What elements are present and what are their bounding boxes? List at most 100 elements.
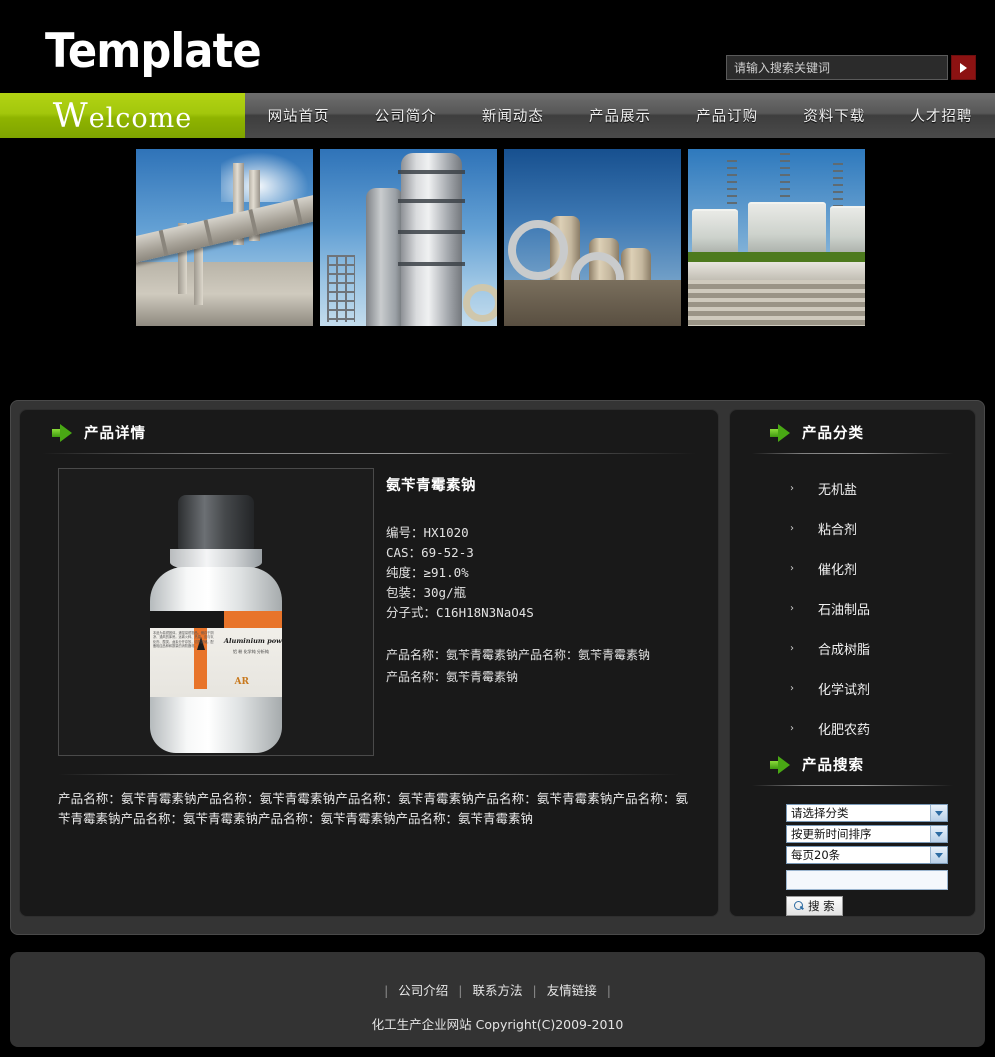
footer-separator: | bbox=[458, 983, 463, 998]
main-navigation: Welcome 网站首页 公司简介 新闻动态 产品展示 产品订购 资料下载 人才… bbox=[0, 93, 995, 138]
site-footer: | 公司介绍 | 联系方法 | 友情链接 | 化工生产企业网站 Copyrigh… bbox=[10, 952, 985, 1047]
sidebar-item-petroleum-products[interactable]: › 石油制品 bbox=[730, 588, 975, 628]
banner-image-list bbox=[133, 146, 868, 329]
header-search-button[interactable] bbox=[951, 55, 976, 80]
product-info: 氨苄青霉素钠 编号：HX1020 CAS：69-52-3 纯度：≥91.0% 包… bbox=[374, 468, 698, 756]
nav-item-home[interactable]: 网站首页 bbox=[245, 105, 352, 126]
product-detail-title: 产品详情 bbox=[84, 426, 146, 442]
plant-ground bbox=[136, 262, 313, 326]
secondary-column bbox=[366, 187, 404, 326]
storage-tank-3 bbox=[829, 205, 865, 256]
sidebar-item-inorganic-salt[interactable]: › 无机盐 bbox=[730, 468, 975, 508]
nav-item-news[interactable]: 新闻动态 bbox=[459, 105, 566, 126]
distillation-column bbox=[401, 152, 462, 326]
bottle-label-title: Aluminium powder bbox=[223, 637, 282, 645]
storage-tank-1 bbox=[691, 209, 738, 256]
chevron-right-icon: › bbox=[790, 482, 794, 494]
nav-item-jobs[interactable]: 人才招聘 bbox=[888, 105, 995, 126]
category-label: 合成树脂 bbox=[818, 642, 871, 658]
welcome-initial: W bbox=[52, 95, 89, 136]
bottle-label-fineprint: 本品为易燃固体，遇湿易燃物品。储存于阴凉、通风的库房。远离火种、热源。应与氧化剂… bbox=[153, 631, 214, 649]
search-button-label: 搜 索 bbox=[808, 899, 835, 913]
support-post-2 bbox=[194, 248, 204, 305]
search-icon bbox=[794, 901, 804, 911]
footer-link-contact[interactable]: 联系方法 bbox=[472, 983, 522, 998]
banner-image-processing-plant bbox=[501, 146, 684, 329]
content-container: 产品详情 Aluminium pow 铝 粉 化学纯 分析纯 AR 本品为易燃固… bbox=[10, 400, 985, 935]
nav-item-downloads[interactable]: 资料下载 bbox=[781, 105, 888, 126]
category-label: 石油制品 bbox=[818, 602, 871, 618]
chevron-right-icon: › bbox=[790, 562, 794, 574]
page-size-select[interactable]: 每页20条 bbox=[786, 846, 948, 864]
storage-tank-2 bbox=[748, 202, 827, 256]
product-search-title: 产品搜索 bbox=[802, 758, 864, 774]
sidebar-item-fertilizer-pesticide[interactable]: › 化肥农药 bbox=[730, 708, 975, 748]
bottle-label-sub: 铝 粉 化学纯 分析纯 bbox=[233, 649, 269, 654]
nav-item-company[interactable]: 公司简介 bbox=[352, 105, 459, 126]
green-arrow-icon bbox=[770, 755, 792, 774]
product-description: 产品名称：氨苄青霉素钠产品名称：氨苄青霉素钠产品名称：氨苄青霉素钠产品名称：氨苄… bbox=[58, 791, 688, 826]
plant-base bbox=[504, 279, 681, 326]
search-keyword-input[interactable] bbox=[786, 870, 948, 890]
product-name: 氨苄青霉素钠 bbox=[386, 478, 476, 494]
footer-separator: | bbox=[532, 983, 537, 998]
welcome-badge: Welcome bbox=[0, 93, 245, 138]
chevron-right-icon: › bbox=[790, 682, 794, 694]
product-detail-panel: 产品详情 Aluminium pow 铝 粉 化学纯 分析纯 AR 本品为易燃固… bbox=[19, 409, 719, 917]
product-image[interactable]: Aluminium powder 铝 粉 化学纯 分析纯 AR 本品为易燃固体，… bbox=[58, 468, 374, 756]
content-panels: 产品详情 Aluminium pow 铝 粉 化学纯 分析纯 AR 本品为易燃固… bbox=[11, 401, 984, 925]
category-select-value: 请选择分类 bbox=[791, 806, 849, 820]
category-select[interactable]: 请选择分类 bbox=[786, 804, 948, 822]
sidebar-item-catalyst[interactable]: › 催化剂 bbox=[730, 548, 975, 588]
header-search-input[interactable] bbox=[726, 55, 948, 80]
bottle-label-grade: AR bbox=[234, 677, 249, 687]
category-label: 化学试剂 bbox=[818, 682, 871, 698]
search-submit-button[interactable]: 搜 索 bbox=[786, 896, 843, 916]
product-spec-code: 编号：HX1020 bbox=[386, 525, 469, 540]
product-spec-formula: 分子式：C16H18N3NaO4S bbox=[386, 605, 534, 620]
chevron-down-icon bbox=[930, 826, 947, 842]
nav-item-products[interactable]: 产品展示 bbox=[566, 105, 673, 126]
site-logo: Template bbox=[45, 24, 262, 79]
category-label: 无机盐 bbox=[818, 482, 858, 498]
sidebar-item-synthetic-resin[interactable]: › 合成树脂 bbox=[730, 628, 975, 668]
sort-select[interactable]: 按更新时间排序 bbox=[786, 825, 948, 843]
product-detail-header: 产品详情 bbox=[20, 410, 718, 449]
page-size-select-value: 每页20条 bbox=[791, 848, 841, 862]
bottle-cap bbox=[178, 495, 254, 551]
footer-separator: | bbox=[606, 983, 611, 998]
footer-separator: | bbox=[384, 983, 389, 998]
footer-copyright: 化工生产企业网站 Copyright(C)2009-2010 bbox=[371, 1017, 624, 1032]
chevron-down-icon bbox=[930, 805, 947, 821]
category-list: › 无机盐 › 粘合剂 › 催化剂 › 石油制品 › 合成树脂 › 化学试剂 ›… bbox=[730, 454, 975, 748]
header-search-form bbox=[726, 55, 976, 80]
product-top-section: Aluminium powder 铝 粉 化学纯 分析纯 AR 本品为易燃固体，… bbox=[20, 454, 718, 756]
nav-item-list: 网站首页 公司简介 新闻动态 产品展示 产品订购 资料下载 人才招聘 bbox=[245, 93, 995, 138]
sidebar-item-chemical-reagent[interactable]: › 化学试剂 bbox=[730, 668, 975, 708]
footer-link-friendly-links[interactable]: 友情链接 bbox=[547, 983, 597, 998]
banner-strip bbox=[0, 138, 995, 390]
footer-link-company[interactable]: 公司介绍 bbox=[398, 983, 448, 998]
sort-select-value: 按更新时间排序 bbox=[791, 827, 872, 841]
banner-image-cement-plant bbox=[133, 146, 316, 329]
chemical-bottle-illustration: Aluminium powder 铝 粉 化学纯 分析纯 AR 本品为易燃固体，… bbox=[147, 495, 285, 753]
sidebar-panel: 产品分类 › 无机盐 › 粘合剂 › 催化剂 › 石油制品 › 合成树脂 › 化… bbox=[729, 409, 976, 917]
nav-item-order[interactable]: 产品订购 bbox=[674, 105, 781, 126]
chevron-down-icon bbox=[930, 847, 947, 863]
banner-image-storage-tanks bbox=[685, 146, 868, 329]
chevron-right-icon: › bbox=[790, 522, 794, 534]
footer-link-list: | 公司介绍 | 联系方法 | 友情链接 | bbox=[10, 952, 985, 999]
product-categories-header: 产品分类 bbox=[730, 410, 975, 449]
bottle-label: Aluminium powder 铝 粉 化学纯 分析纯 AR 本品为易燃固体，… bbox=[150, 611, 282, 697]
play-triangle-icon bbox=[960, 62, 967, 73]
chevron-right-icon: › bbox=[790, 602, 794, 614]
category-label: 化肥农药 bbox=[818, 722, 871, 738]
sidebar-item-adhesive[interactable]: › 粘合剂 bbox=[730, 508, 975, 548]
chevron-right-icon: › bbox=[790, 722, 794, 734]
welcome-rest: elcome bbox=[88, 102, 193, 134]
product-search-header: 产品搜索 bbox=[730, 748, 975, 781]
category-label: 催化剂 bbox=[818, 562, 858, 578]
green-arrow-icon bbox=[52, 423, 74, 442]
duct-loop bbox=[463, 283, 497, 323]
banner-image-refinery-tower bbox=[317, 146, 500, 329]
